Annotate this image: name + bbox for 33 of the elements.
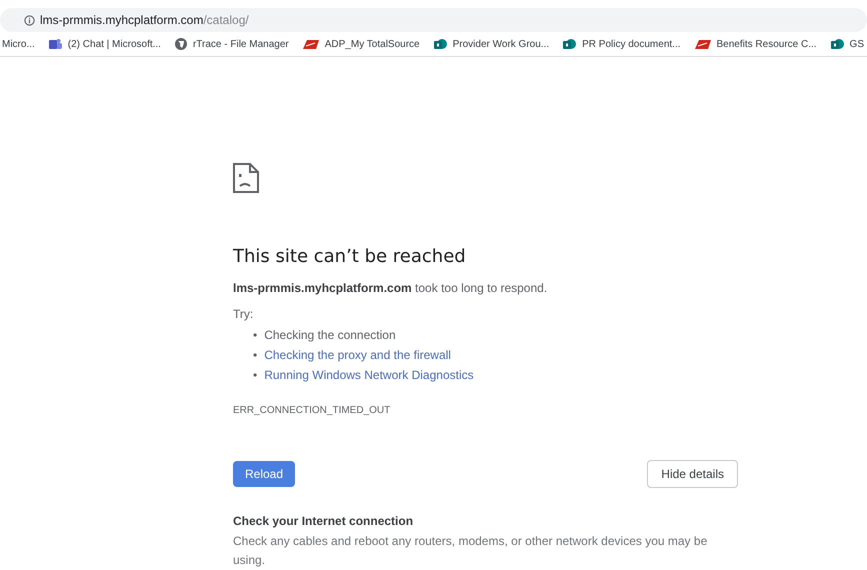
details-heading: Check your Internet connection bbox=[233, 514, 414, 528]
reload-button[interactable]: Reload bbox=[233, 461, 296, 487]
bookmark[interactable]: Micro... bbox=[2, 38, 35, 50]
bookmark[interactable]: (2) Chat | Microsoft... bbox=[68, 38, 161, 50]
error-message: lms-prmmis.myhcplatform.com took too long to respond. bbox=[233, 281, 548, 295]
bookmark[interactable]: Benefits Resource C... bbox=[716, 38, 817, 50]
error-heading: This site can’t be reached bbox=[233, 246, 467, 267]
url-host: lms-prmmis.myhcplatform.com bbox=[40, 13, 204, 27]
people-icon bbox=[48, 38, 62, 50]
suggestion-text: Checking the connection bbox=[264, 327, 396, 344]
sad-page-icon bbox=[233, 163, 259, 193]
bullet: • bbox=[253, 367, 258, 384]
circle-logo-icon bbox=[563, 38, 576, 50]
bookmark[interactable]: Provider Work Grou... bbox=[452, 38, 550, 50]
circle-logo-icon bbox=[830, 38, 844, 50]
bookmark[interactable]: rTrace - File Manager bbox=[192, 38, 289, 50]
bookmark[interactable]: GS bbox=[850, 38, 864, 50]
swoosh-logo-icon bbox=[302, 40, 319, 48]
swoosh-logo-icon bbox=[694, 40, 710, 48]
circle-logo-icon bbox=[434, 38, 447, 50]
bullet: • bbox=[253, 327, 258, 344]
bookmark[interactable]: PR Policy document... bbox=[582, 38, 680, 50]
bookmark[interactable]: ADP_My TotalSource bbox=[324, 38, 420, 50]
try-label: Try: bbox=[233, 307, 254, 321]
details-text: Check any cables and reboot any routers, modems, or other network devices you may be using. bbox=[233, 533, 708, 569]
url-path: /catalog/ bbox=[203, 13, 249, 27]
error-code: ERR_CONNECTION_TIMED_OUT bbox=[233, 405, 392, 416]
suggestion-link[interactable]: Running Windows Network Diagnostics bbox=[264, 365, 474, 385]
suggestion-link[interactable]: Checking the proxy and the firewall bbox=[264, 345, 451, 365]
address-bar[interactable]: lms-prmmis.myhcplatform.com/catalog/ bbox=[0, 8, 867, 32]
info-icon bbox=[24, 14, 35, 26]
details-button[interactable]: Hide details bbox=[647, 460, 738, 488]
bullet: • bbox=[253, 347, 258, 364]
